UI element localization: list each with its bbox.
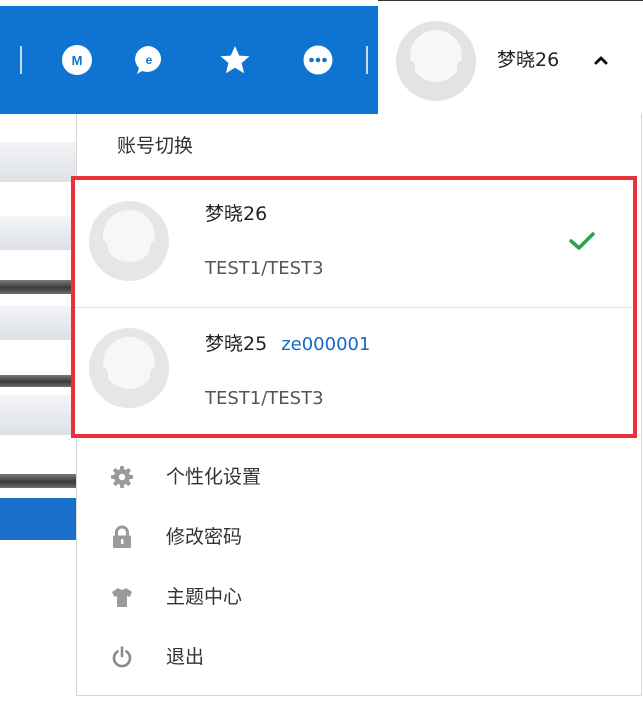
check-icon xyxy=(569,232,595,250)
account-name: 梦晓26 xyxy=(205,201,267,227)
menu-label: 主题中心 xyxy=(166,586,243,608)
m-icon-glyph: M xyxy=(62,45,92,75)
account-org: TEST1/TEST3 xyxy=(205,388,324,409)
more-icon-svg xyxy=(303,45,333,75)
background-strip xyxy=(0,395,80,435)
account-switch-title: 账号切换 xyxy=(117,135,194,157)
account-item[interactable]: 梦晓26 TEST1/TEST3 xyxy=(75,180,633,307)
more-icon[interactable] xyxy=(302,44,334,76)
background-strip xyxy=(0,280,80,294)
menu-label: 个性化设置 xyxy=(166,466,262,488)
background-strip xyxy=(0,498,80,540)
star-icon[interactable] xyxy=(219,44,251,76)
m-icon[interactable]: M xyxy=(61,44,93,76)
svg-text:e: e xyxy=(146,53,153,67)
star-icon-svg xyxy=(220,46,250,74)
menu-item-theme-center[interactable]: 主题中心 xyxy=(77,570,641,626)
menu-label: 退出 xyxy=(166,646,205,668)
header-username[interactable]: 梦晓26 xyxy=(497,46,559,74)
shirt-icon xyxy=(112,588,132,607)
user-avatar-icon xyxy=(396,21,476,101)
account-name: 梦晓25 ze000001 xyxy=(205,331,370,358)
message-icon[interactable]: e xyxy=(133,44,165,76)
account-list: 梦晓26 TEST1/TEST3 梦晓25 ze000001 TEST1/TEST… xyxy=(71,176,637,438)
menu-item-personalize[interactable]: 个性化设置 xyxy=(77,450,641,506)
avatar[interactable] xyxy=(395,20,477,102)
message-icon-svg: e xyxy=(135,46,162,74)
account-id: ze000001 xyxy=(281,334,371,355)
background-strip xyxy=(0,216,80,250)
background-strip xyxy=(0,306,80,340)
account-name-text: 梦晓25 xyxy=(205,333,268,355)
toolbar-separator xyxy=(20,46,22,74)
menu-item-logout[interactable]: 退出 xyxy=(77,630,641,686)
account-dropdown: 账号切换 梦晓26 TEST1/TEST3 梦晓25 ze000001 TEST… xyxy=(71,114,642,696)
lock-icon xyxy=(113,525,131,548)
background-strip xyxy=(0,474,80,488)
menu-label: 修改密码 xyxy=(166,526,243,548)
toolbar-separator xyxy=(366,46,368,74)
chevron-up-icon[interactable] xyxy=(593,52,609,68)
menu-item-change-password[interactable]: 修改密码 xyxy=(77,510,641,566)
background-strip xyxy=(0,375,80,387)
account-name-text: 梦晓26 xyxy=(205,203,268,225)
power-icon xyxy=(112,646,132,668)
user-avatar-icon xyxy=(89,328,169,408)
user-avatar-icon xyxy=(89,201,169,281)
background-strip xyxy=(0,142,80,182)
account-org: TEST1/TEST3 xyxy=(205,258,324,279)
gear-icon xyxy=(111,466,133,488)
account-item[interactable]: 梦晓25 ze000001 TEST1/TEST3 xyxy=(75,307,633,435)
